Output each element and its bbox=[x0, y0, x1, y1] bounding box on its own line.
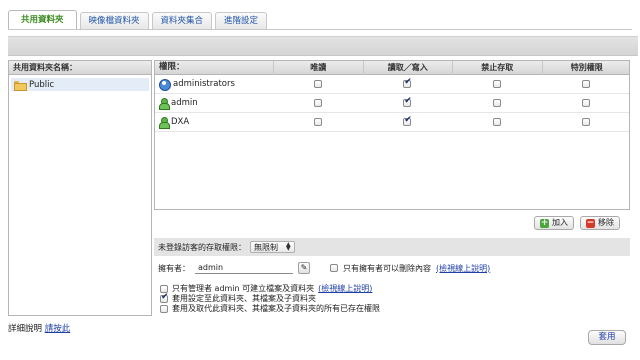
column-header-special: 特別權限 bbox=[541, 60, 632, 75]
tab-bar: 共用資料夾 映像檔資料夾 資料夾集合 進階設定 bbox=[8, 10, 268, 30]
add-button[interactable]: + 加入 bbox=[534, 216, 574, 230]
replace-existing-checkbox[interactable] bbox=[160, 304, 168, 313]
column-header-deny-access: 禁止存取 bbox=[452, 60, 542, 75]
read-write-cell bbox=[363, 77, 453, 88]
minus-icon: − bbox=[586, 217, 595, 228]
read-only-cell bbox=[273, 99, 363, 107]
read-only-checkbox[interactable] bbox=[313, 118, 322, 126]
guest-access-row: 未登錄訪客的存取權限： 無限制 ▲ ▼ bbox=[154, 238, 630, 256]
read-write-checkbox[interactable] bbox=[403, 77, 412, 88]
add-button-label: 加入 bbox=[552, 218, 568, 227]
read-write-checkbox[interactable] bbox=[403, 96, 412, 107]
read-only-checkbox[interactable] bbox=[313, 99, 322, 107]
online-help-link[interactable]: (檢視線上說明) bbox=[318, 283, 372, 294]
special-permission-checkbox[interactable] bbox=[582, 80, 591, 88]
detail-label: 詳細說明 bbox=[8, 324, 43, 334]
guest-access-label: 未登錄訪客的存取權限： bbox=[158, 242, 246, 252]
folder-item-public[interactable]: Public bbox=[11, 78, 149, 91]
folder-list-panel: 共用資料夾名稱： Public bbox=[8, 60, 152, 316]
column-header-read-write: 讀取／寫入 bbox=[362, 60, 453, 75]
user-icon bbox=[159, 98, 170, 110]
deny-access-checkbox[interactable] bbox=[492, 99, 501, 107]
detail-link[interactable]: 請按此 bbox=[45, 324, 71, 334]
option-apply-subfolders: 套用設定至此資料夾、其檔案及子資料夾 bbox=[160, 292, 380, 303]
only-owner-delete-label: 只有擁有者可以刪除內容 bbox=[343, 263, 431, 273]
deny-cell bbox=[452, 99, 542, 107]
detail-help: 詳細說明 請按此 bbox=[8, 322, 70, 334]
read-only-cell bbox=[273, 80, 363, 88]
special-cell bbox=[542, 99, 632, 107]
row-name: DXA bbox=[171, 117, 190, 127]
row-name: admin bbox=[171, 98, 198, 108]
read-write-cell bbox=[363, 115, 453, 126]
row-name-cell: administrators bbox=[155, 78, 273, 91]
tab-iso-folders[interactable]: 映像檔資料夾 bbox=[79, 12, 149, 30]
owner-label: 擁有者： bbox=[158, 263, 190, 273]
folder-item-label: Public bbox=[29, 79, 55, 90]
row-name-cell: DXA bbox=[155, 117, 273, 129]
tab-advanced-settings[interactable]: 進階設定 bbox=[215, 12, 268, 30]
edit-owner-button[interactable]: ✎ bbox=[298, 262, 310, 274]
options-list: 只有管理者 admin 可建立檔案及資料夾 (檢視線上說明) 套用設定至此資料夾… bbox=[160, 284, 380, 314]
remove-button[interactable]: − 移除 bbox=[580, 216, 620, 230]
option-replace-existing: 套用及取代此資料夾、其檔案及子資料夾的所有已存在權限 bbox=[160, 304, 380, 313]
apply-button[interactable]: 套用 bbox=[588, 330, 626, 345]
special-permission-checkbox[interactable] bbox=[582, 118, 591, 126]
tab-divider bbox=[8, 29, 632, 30]
apply-subfolders-checkbox[interactable] bbox=[160, 292, 169, 303]
online-help-link[interactable]: (檢視線上說明) bbox=[436, 263, 490, 274]
row-name: administrators bbox=[173, 79, 235, 89]
plus-icon: + bbox=[540, 217, 549, 228]
deny-cell bbox=[452, 118, 542, 126]
owner-field[interactable]: admin bbox=[195, 263, 293, 274]
select-arrows-icon: ▲ ▼ bbox=[286, 241, 291, 252]
folder-list-header: 共用資料夾名稱： bbox=[9, 61, 151, 75]
only-owner-delete-checkbox[interactable] bbox=[330, 264, 338, 272]
column-header-permission: 權限： bbox=[159, 62, 185, 72]
deny-access-checkbox[interactable] bbox=[492, 118, 501, 126]
special-permission-checkbox[interactable] bbox=[582, 99, 591, 107]
toolbar-band bbox=[8, 36, 638, 56]
read-only-checkbox[interactable] bbox=[313, 80, 322, 88]
group-icon bbox=[159, 78, 171, 91]
table-row[interactable]: DXA bbox=[155, 113, 629, 132]
guest-access-value: 無限制 bbox=[254, 242, 278, 252]
user-icon bbox=[159, 117, 170, 129]
option-label: 套用及取代此資料夾、其檔案及子資料夾的所有已存在權限 bbox=[172, 304, 380, 313]
table-row[interactable]: admin bbox=[155, 94, 629, 113]
permissions-table: 權限： 唯讀 讀取／寫入 禁止存取 特別權限 administrators ad… bbox=[154, 60, 630, 210]
shared-folder-permissions-page: 共用資料夾 映像檔資料夾 資料夾集合 進階設定 共用資料夾名稱： Public … bbox=[0, 0, 640, 360]
read-write-cell bbox=[363, 96, 453, 107]
column-header-read-only: 唯讀 bbox=[273, 60, 363, 75]
deny-cell bbox=[452, 80, 542, 88]
remove-button-label: 移除 bbox=[598, 218, 614, 227]
table-header-row: 權限： 唯讀 讀取／寫入 禁止存取 特別權限 bbox=[155, 60, 632, 75]
owner-row: 擁有者： admin ✎ 只有擁有者可以刪除內容 (檢視線上說明) bbox=[158, 262, 490, 274]
guest-access-select[interactable]: 無限制 ▲ ▼ bbox=[250, 241, 295, 253]
folder-icon bbox=[14, 80, 27, 91]
read-write-checkbox[interactable] bbox=[403, 115, 412, 126]
row-name-cell: admin bbox=[155, 98, 273, 110]
table-row[interactable]: administrators bbox=[155, 75, 629, 94]
read-only-cell bbox=[273, 118, 363, 126]
option-admin-create: 只有管理者 admin 可建立檔案及資料夾 (檢視線上說明) bbox=[160, 284, 380, 293]
tab-shared-folders[interactable]: 共用資料夾 bbox=[8, 10, 77, 30]
special-cell bbox=[542, 118, 632, 126]
special-cell bbox=[542, 80, 632, 88]
tab-folder-aggregation[interactable]: 資料夾集合 bbox=[151, 12, 213, 30]
deny-access-checkbox[interactable] bbox=[492, 80, 501, 88]
